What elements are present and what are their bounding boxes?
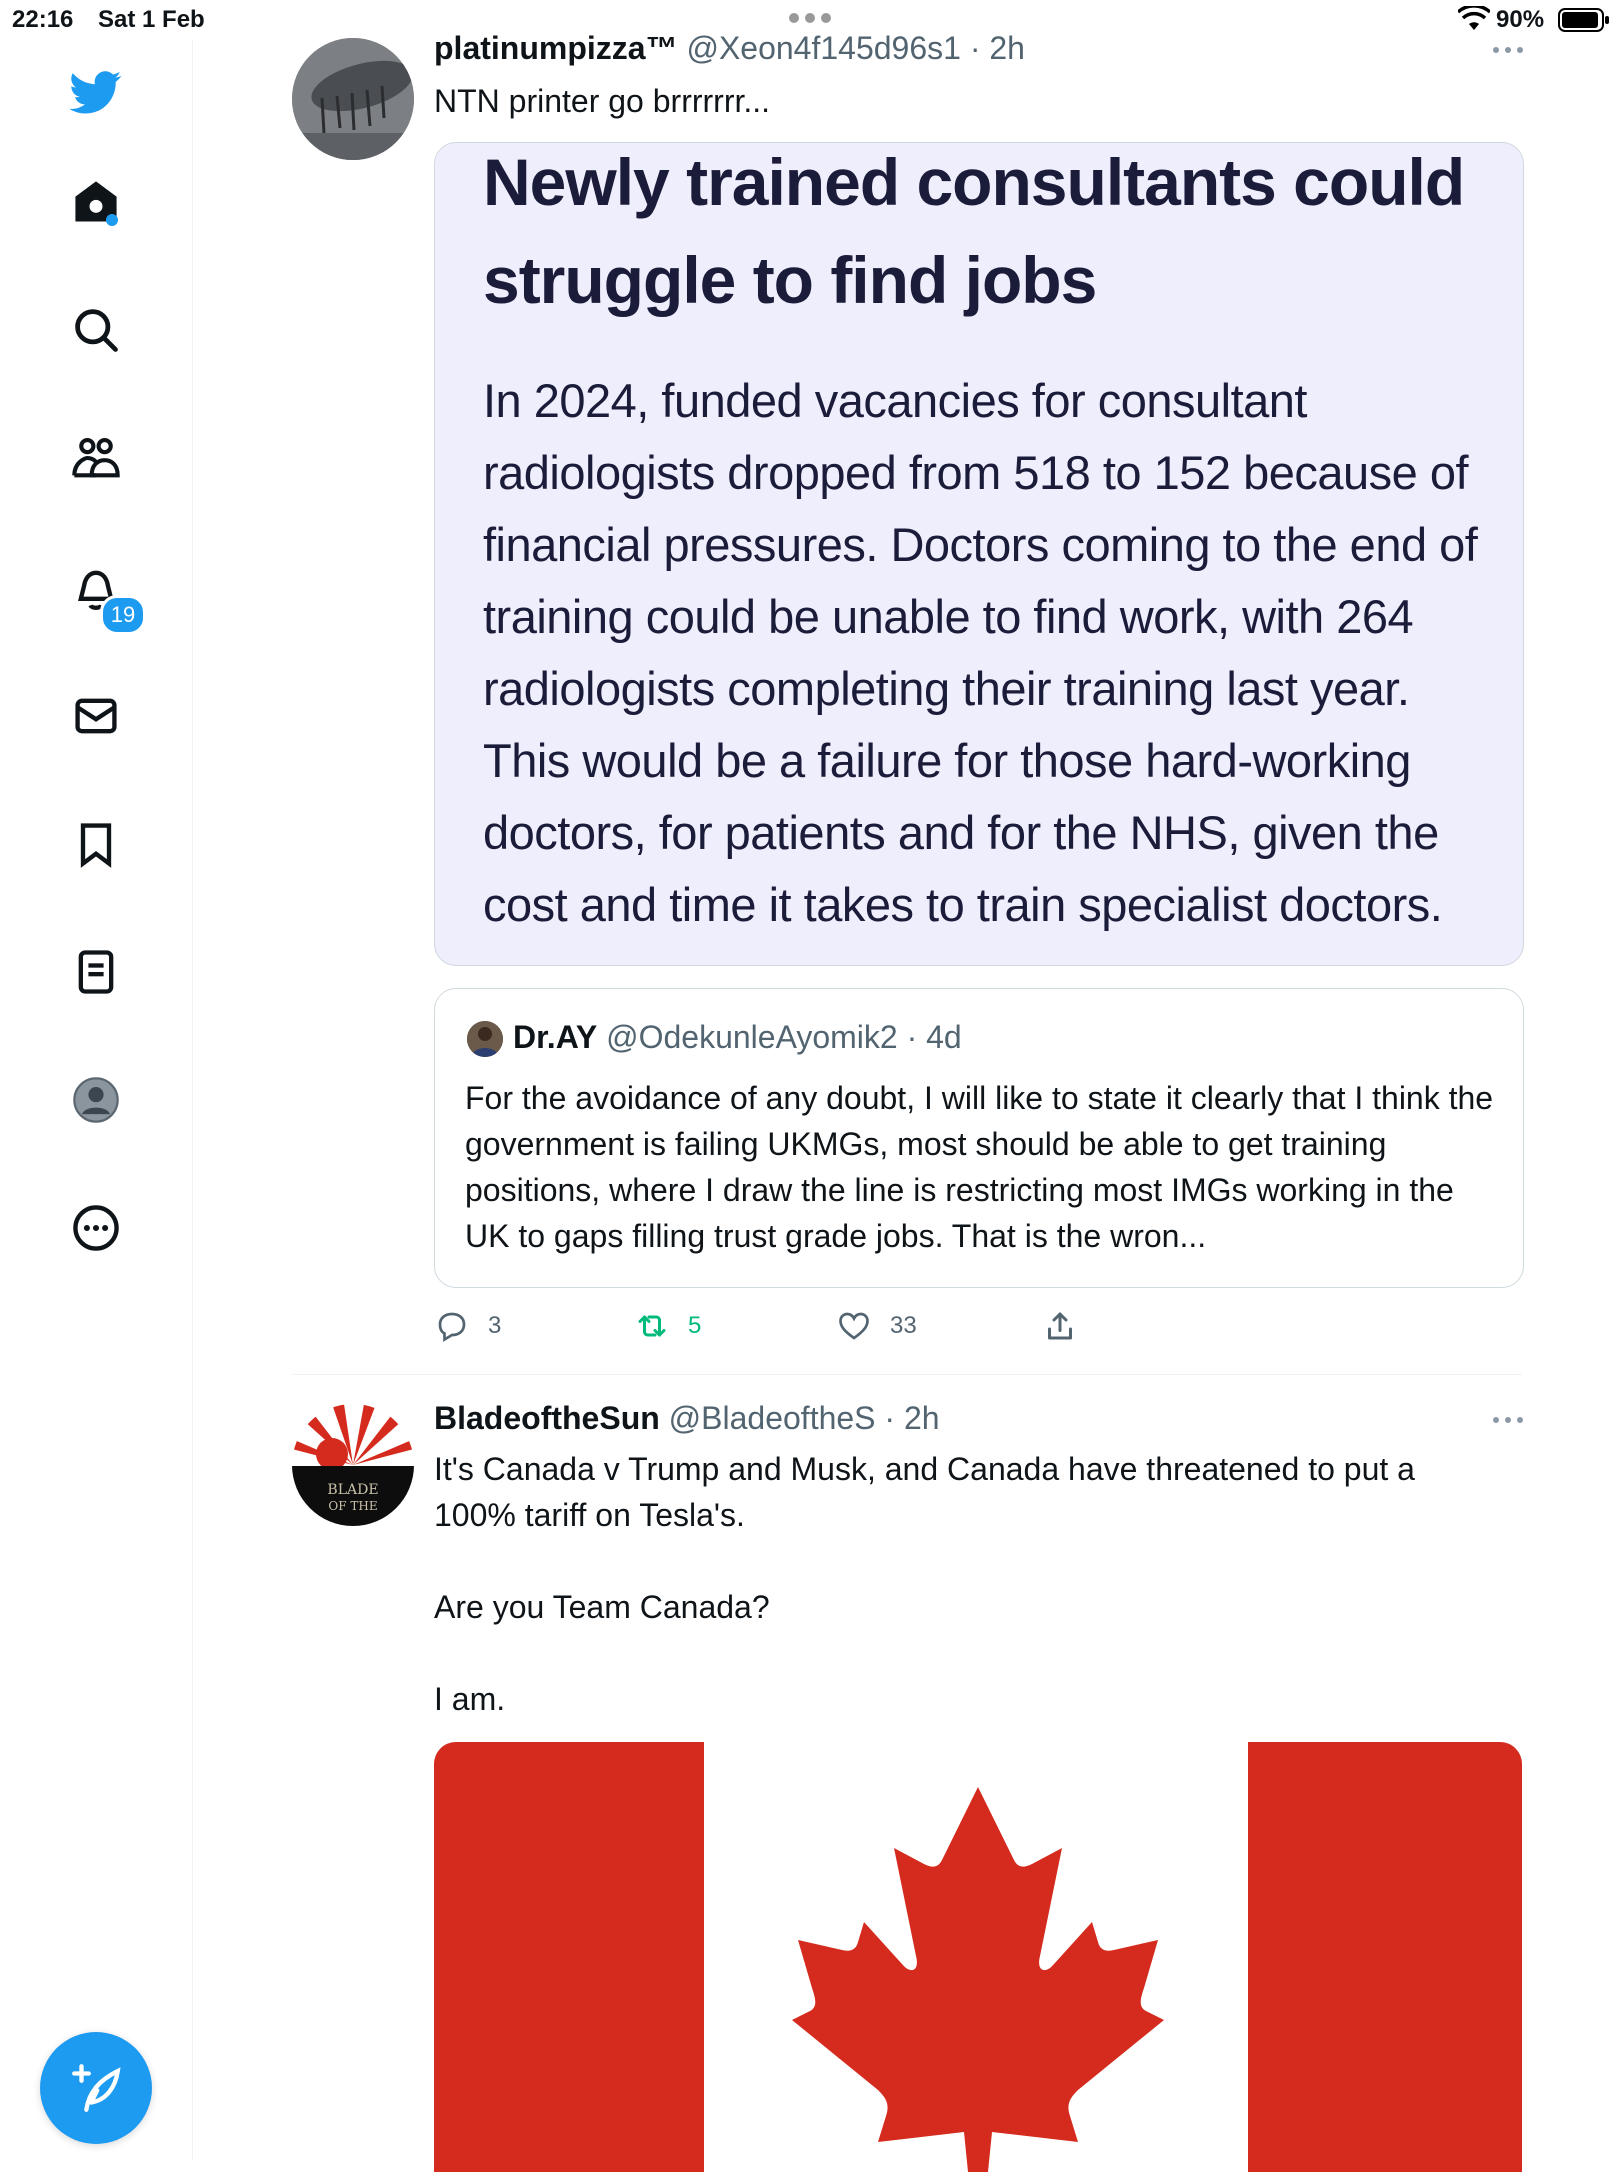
tweet-divider — [292, 1374, 1522, 1375]
tweet2-author-handle[interactable]: @BladeoftheS — [669, 1400, 876, 1436]
article-headline: Newly trained consultants could struggle… — [483, 145, 1465, 317]
tweet2-text-line: 100% tariff on Tesla's. — [434, 1497, 745, 1533]
tweet2-text: It's Canada v Trump and Musk, and Canada… — [434, 1446, 1534, 1722]
like-button[interactable]: 33 — [836, 1306, 917, 1346]
tweet1-author-handle[interactable]: @Xeon4f145d96s1 — [686, 30, 960, 66]
tweet1-author-name[interactable]: platinumpizza™ — [434, 30, 678, 66]
communities-icon[interactable] — [66, 428, 126, 488]
tweet2-text-line: It's Canada v Trump and Musk, and Canada… — [434, 1451, 1415, 1487]
status-time: 22:16 — [12, 6, 74, 33]
tweet2-header: BladeoftheSun @BladeoftheS · 2h — [434, 1400, 940, 1437]
tweet1-text: NTN printer go brrrrrrr... — [434, 83, 771, 119]
like-count: 33 — [890, 1312, 917, 1339]
tweet2-avatar[interactable]: BLADE OF THE — [292, 1404, 414, 1526]
home-unread-dot — [106, 214, 118, 226]
quoted-tweet[interactable]: Dr.AY @OdekunleAyomik2 · 4d For the avoi… — [434, 988, 1524, 1288]
tweet1-avatar[interactable] — [292, 38, 414, 160]
tweet2-text-line: Are you Team Canada? — [434, 1589, 770, 1625]
search-icon[interactable] — [66, 300, 126, 360]
tweet1-actions: 3 5 33 — [434, 1306, 1534, 1346]
reply-button[interactable]: 3 — [434, 1306, 501, 1346]
tweet2-time[interactable]: · 2h — [884, 1400, 939, 1436]
tweet1-more-icon[interactable] — [1490, 44, 1526, 56]
share-button[interactable] — [1042, 1306, 1096, 1346]
sidebar: 19 — [0, 40, 193, 2160]
quoted-time: · 4d — [906, 1019, 962, 1055]
compose-tweet-button[interactable] — [40, 2032, 152, 2144]
retweet-count: 5 — [688, 1312, 702, 1339]
tweet2-more-icon[interactable] — [1490, 1414, 1526, 1426]
twitter-logo[interactable] — [66, 62, 126, 122]
wifi-icon — [1458, 6, 1490, 30]
tweet1-header: platinumpizza™ @Xeon4f145d96s1 · 2h — [434, 30, 1025, 67]
tweet2-blank-line — [434, 1538, 1534, 1584]
quoted-tweet-text: For the avoidance of any doubt, I will l… — [465, 1080, 1494, 1254]
tweet2-text-line: I am. — [434, 1681, 506, 1717]
bookmarks-icon[interactable] — [66, 814, 126, 874]
lists-icon[interactable] — [66, 942, 126, 1002]
tweet1-time[interactable]: · 2h — [970, 30, 1025, 66]
quoted-tweet-avatar — [467, 1021, 503, 1057]
svg-text:BLADE: BLADE — [327, 1482, 378, 1498]
profile-icon[interactable] — [66, 1070, 126, 1130]
battery-icon — [1558, 8, 1609, 32]
quoted-tweet-header: Dr.AY @OdekunleAyomik2 · 4d — [513, 1019, 962, 1056]
reply-count: 3 — [488, 1312, 502, 1339]
tweet2-blank-line — [434, 1630, 1534, 1676]
messages-icon[interactable] — [66, 686, 126, 746]
quoted-author-handle: @OdekunleAyomik2 — [606, 1019, 898, 1055]
battery-percent: 90% — [1496, 6, 1545, 33]
notifications-badge: 19 — [100, 595, 146, 635]
tweet1-image[interactable]: Newly trained consultants could struggle… — [434, 142, 1524, 966]
more-icon[interactable] — [66, 1198, 126, 1258]
retweet-button[interactable]: 5 — [634, 1306, 701, 1346]
article-body: In 2024, funded vacancies for consultant… — [483, 374, 1478, 931]
quoted-author-name: Dr.AY — [513, 1019, 598, 1055]
status-date: Sat 1 Feb — [98, 6, 205, 33]
tweet2-image-canada-flag[interactable] — [434, 1742, 1522, 2172]
svg-text:OF THE: OF THE — [328, 1499, 377, 1513]
tweet2-author-name[interactable]: BladeoftheSun — [434, 1400, 660, 1436]
multitasking-dots-icon[interactable] — [786, 8, 834, 28]
